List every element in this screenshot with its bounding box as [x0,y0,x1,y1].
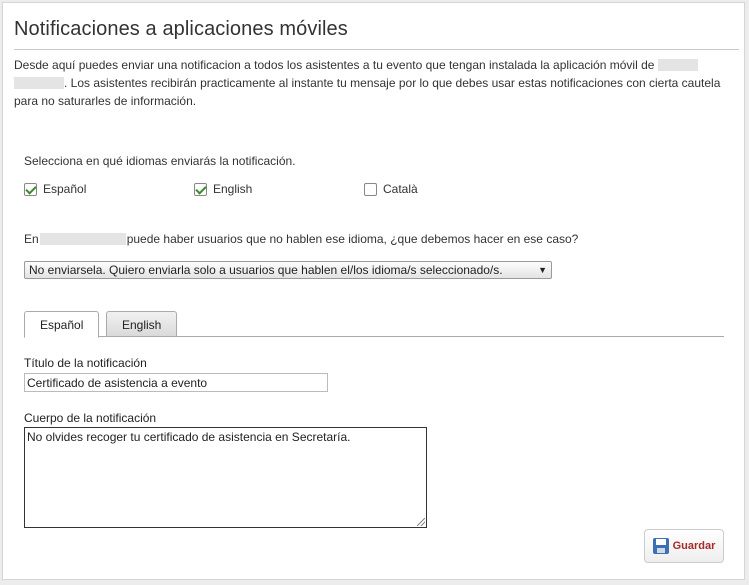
checkbox-english-label: English [213,182,253,196]
checkbox-english[interactable]: English [194,182,252,196]
fallback-select-value: No enviarsela. Quiero enviarla solo a us… [29,263,503,277]
notifications-panel: Notificaciones a aplicaciones móviles De… [2,2,745,580]
intro-text: Desde aquí puedes enviar una notificacio… [14,56,741,110]
chevron-down-icon: ▼ [538,265,547,275]
checkbox-espanol-box[interactable] [24,182,37,196]
checkbox-espanol-label: Español [43,182,87,196]
redacted-app-name-inline [39,233,126,245]
fallback-select[interactable]: No enviarsela. Quiero enviarla solo a us… [24,261,552,279]
page-title: Notificaciones a aplicaciones móviles [14,18,348,40]
checkbox-catala-box[interactable] [364,182,377,196]
tab-espanol[interactable]: Español [24,311,100,338]
title-divider [14,49,739,50]
notification-title-input[interactable] [24,373,328,392]
notification-title-label: Título de la notificación [24,356,147,370]
fallback-prefix: En [24,232,39,246]
checkbox-catala-label: Català [383,182,418,196]
language-question: Selecciona en qué idiomas enviarás la no… [24,154,296,168]
fallback-suffix: puede haber usuarios que no hablen ese i… [126,232,579,246]
intro-text-part1: Desde aquí puedes enviar una notificacio… [14,58,658,72]
tab-english[interactable]: English [106,311,178,337]
checkbox-espanol[interactable]: Español [24,182,86,196]
checkbox-catala[interactable]: Català [364,182,418,196]
checkbox-english-box[interactable] [194,182,207,196]
save-button-label: Guardar [672,540,716,552]
fallback-question: En puede haber usuarios que no hablen es… [24,232,578,246]
notification-body-label: Cuerpo de la notificación [24,411,157,425]
redacted-app-name-cont [14,77,64,89]
resize-grip-icon[interactable] [417,518,425,526]
redacted-app-name [657,59,698,71]
save-button[interactable]: Guardar [644,529,724,563]
intro-text-part2: . Los asistentes recibirán practicamente… [14,76,721,108]
floppy-disk-icon [652,538,669,554]
notification-body-textarea[interactable]: No olvides recoger tu certificado de asi… [24,427,427,528]
